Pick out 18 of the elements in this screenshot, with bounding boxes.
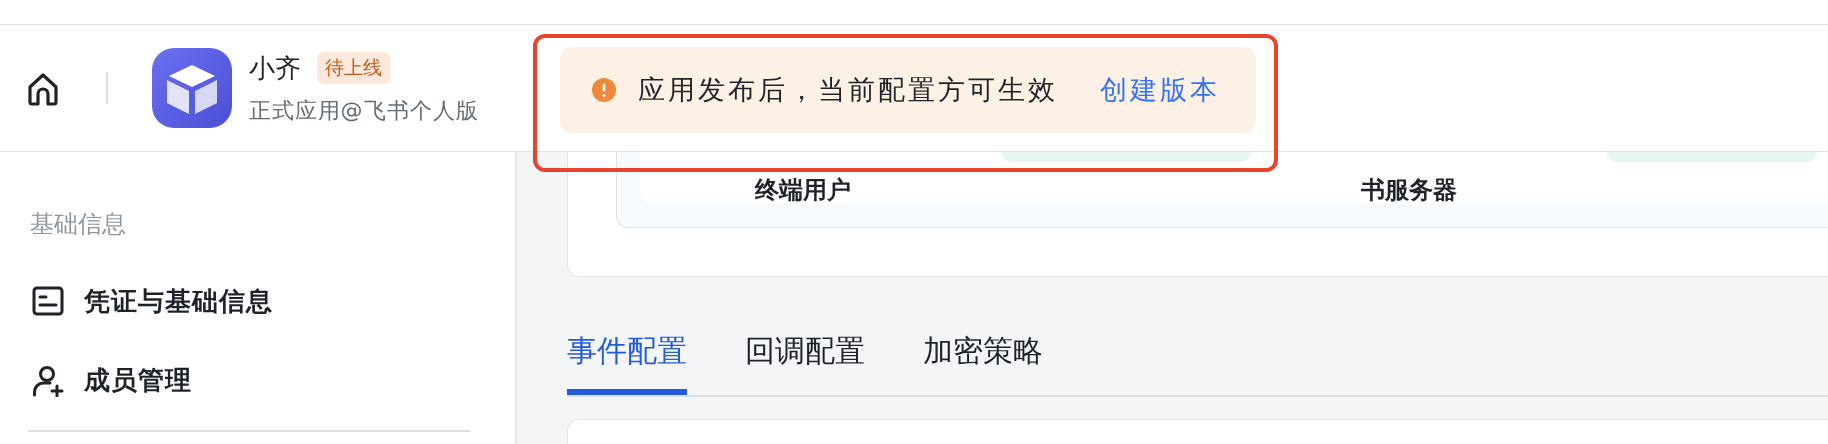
sidebar-item[interactable]: 凭证与基础信息	[28, 284, 515, 319]
add-person-icon	[32, 364, 64, 397]
warning-icon	[592, 78, 616, 102]
notice-message: 应用发布后，当前配置方可生效	[638, 73, 1058, 107]
section-heading: 基础信息	[30, 209, 127, 240]
app-icon	[151, 48, 232, 128]
tab[interactable]: 加密策略	[923, 327, 1043, 395]
status-badge: 待上线	[316, 52, 390, 84]
id-card-icon	[32, 285, 64, 318]
tab[interactable]: 事件配置	[567, 327, 687, 395]
tab[interactable]: 回调配置	[745, 327, 865, 395]
node-label: 书服务器	[1361, 175, 1457, 206]
home-icon	[26, 72, 60, 106]
app-name: 小齐	[248, 51, 301, 85]
sidebar-item[interactable]: 成员管理	[28, 363, 515, 398]
node-label: 终端用户	[755, 175, 851, 206]
create-version-link[interactable]: 创建版本	[1100, 72, 1220, 108]
app-subtitle: 正式应用@飞书个人版	[248, 96, 479, 125]
